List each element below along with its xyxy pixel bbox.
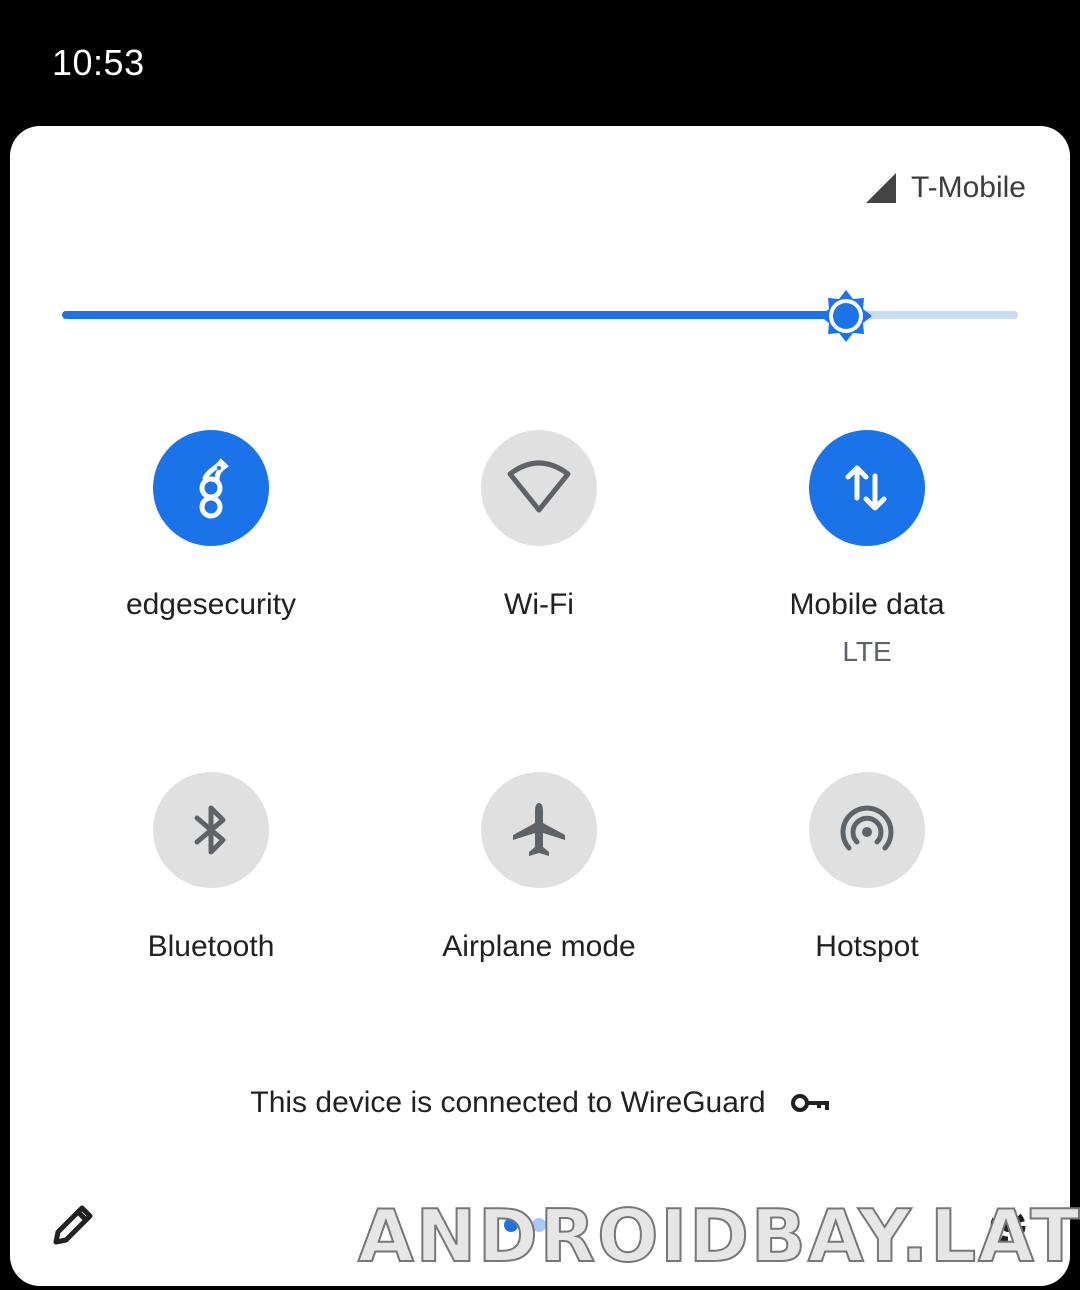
tile-bluetooth[interactable]: Bluetooth: [46, 772, 376, 964]
tile-hotspot-label: Hotspot: [815, 930, 919, 963]
wireguard-dragon-icon: [199, 458, 229, 519]
tile-mobile-data-button[interactable]: [809, 430, 925, 546]
tile-vpn[interactable]: edgesecurity: [46, 430, 376, 622]
tile-bluetooth-button[interactable]: [153, 772, 269, 888]
airplane-icon: [513, 803, 565, 856]
brightness-slider[interactable]: [62, 290, 1018, 342]
tile-wifi-label: Wi-Fi: [504, 588, 574, 621]
tile-airplane[interactable]: Airplane mode: [374, 772, 704, 964]
carrier-name: T-Mobile: [910, 171, 1026, 204]
pencil-icon[interactable]: [50, 1200, 98, 1248]
tile-airplane-label: Airplane mode: [442, 930, 636, 963]
watermark: ANDROIDBAY.LAT: [357, 1193, 1080, 1279]
tile-hotspot-button[interactable]: [809, 772, 925, 888]
brightness-icon[interactable]: [817, 287, 875, 345]
tile-mobile-data[interactable]: Mobile data LTE: [702, 430, 1032, 668]
quick-settings-panel: T-Mobile edgesecurity Wi-Fi Mobile data …: [10, 126, 1070, 1286]
hotspot-icon: [840, 805, 894, 851]
tile-wifi-button[interactable]: [481, 430, 597, 546]
tile-vpn-label: edgesecurity: [125, 588, 297, 621]
bluetooth-icon: [194, 805, 226, 855]
carrier-indicator: T-Mobile: [863, 170, 1026, 206]
key-icon: [790, 1094, 829, 1112]
tile-mobile-data-sublabel: LTE: [842, 636, 892, 667]
signal-icon: [865, 173, 896, 203]
status-time: 10:53: [52, 42, 145, 83]
vpn-notice[interactable]: This device is connected to WireGuard: [10, 1086, 1070, 1120]
tile-hotspot[interactable]: Hotspot: [702, 772, 1032, 964]
tile-airplane-button[interactable]: [481, 772, 597, 888]
vpn-notice-text: This device is connected to WireGuard: [250, 1086, 766, 1119]
tile-vpn-button[interactable]: [153, 430, 269, 546]
data-arrows-icon: [845, 465, 887, 511]
tile-mobile-data-label: Mobile data: [789, 588, 945, 621]
wifi-icon: [507, 460, 571, 513]
tile-bluetooth-label: Bluetooth: [147, 930, 275, 963]
brightness-fill: [62, 311, 846, 319]
tile-wifi[interactable]: Wi-Fi: [374, 430, 704, 622]
